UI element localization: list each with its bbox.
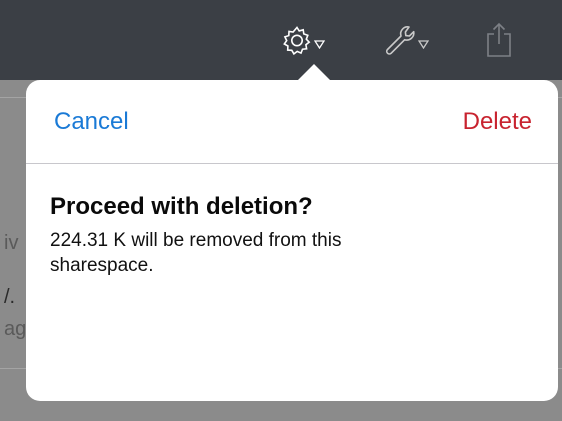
popover-body: Proceed with deletion? 224.31 K will be … (26, 164, 558, 278)
wrench-icon (384, 23, 416, 57)
gear-icon (282, 25, 312, 55)
settings-menu-button[interactable] (282, 18, 325, 62)
background-text: iv (4, 232, 19, 254)
share-button[interactable] (484, 18, 514, 62)
share-icon (484, 22, 514, 58)
background-text: ag (4, 318, 27, 340)
delete-button[interactable]: Delete (463, 107, 532, 137)
tools-menu-button[interactable] (384, 18, 429, 62)
popover-arrow (297, 64, 331, 81)
toolbar (0, 0, 562, 80)
background-text: /. (4, 286, 16, 308)
popover-header: Cancel Delete (26, 80, 558, 164)
delete-confirmation-popover: Cancel Delete Proceed with deletion? 224… (26, 80, 558, 401)
dialog-message: 224.31 K will be removed from this share… (50, 230, 342, 276)
cancel-button[interactable]: Cancel (54, 107, 129, 137)
dialog-title: Proceed with deletion? (50, 193, 313, 220)
chevron-down-icon (314, 39, 325, 49)
chevron-down-icon (418, 39, 429, 49)
